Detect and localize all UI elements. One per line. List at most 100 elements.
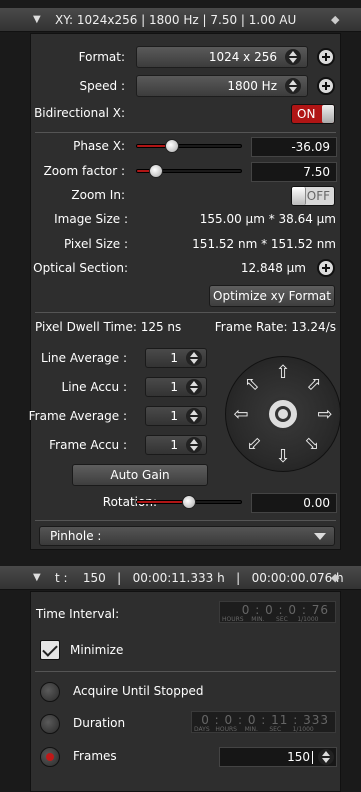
pixel-dwell-time: Pixel Dwell Time: 125 ns xyxy=(35,320,182,334)
rotation-value-field[interactable]: 0.00 xyxy=(251,493,337,513)
time-interval-field[interactable]: 0 : 0 : 0 : 76 HOURS MIN. SEC 1/1000 xyxy=(219,601,336,623)
duration-field[interactable]: 0 : 0 : 0 : 11 : 333 DAYS HOURS MIN. SEC… xyxy=(191,711,336,733)
minimize-checkbox[interactable] xyxy=(40,640,60,660)
arrow-down-right-icon[interactable]: ⇩ xyxy=(299,431,327,459)
phase-slider-knob[interactable] xyxy=(165,139,179,153)
frame-average-label: Frame Average : xyxy=(28,409,127,423)
duration-label: Duration xyxy=(73,716,126,730)
updown-icon[interactable] xyxy=(186,379,202,395)
frame-average-spinner[interactable]: 1 xyxy=(145,406,207,426)
frames-label: Frames xyxy=(73,749,117,763)
pin-icon[interactable]: ◆ xyxy=(331,571,339,584)
optical-section-label: Optical Section: xyxy=(33,261,128,275)
t-panel-header[interactable]: ▼ t : 150 | 00:00:11.333 h | 00:00:00.07… xyxy=(0,566,361,590)
arrow-down-icon[interactable]: ⇩ xyxy=(273,447,293,467)
t-panel-body: Time Interval: 0 : 0 : 0 : 76 HOURS MIN.… xyxy=(30,591,341,792)
updown-icon xyxy=(285,49,301,65)
phase-slider[interactable] xyxy=(136,144,242,148)
pixel-size-label: Pixel Size : xyxy=(63,237,128,251)
pixel-size-value: 151.52 nm * 151.52 nm xyxy=(192,237,336,251)
line-average-value: 1 xyxy=(170,351,178,365)
arrow-up-icon[interactable]: ⇧ xyxy=(273,363,293,383)
time-interval-label: Time Interval: xyxy=(36,607,120,621)
bidirectional-state: ON xyxy=(297,107,316,121)
phase-label: Phase X: xyxy=(73,139,125,153)
pin-icon[interactable]: ◆ xyxy=(331,13,339,26)
format-label: Format: xyxy=(78,50,125,64)
rotation-slider-knob[interactable] xyxy=(182,495,196,509)
updown-icon[interactable] xyxy=(318,749,334,765)
speed-add-icon[interactable] xyxy=(317,77,335,95)
line-average-label: Line Average : xyxy=(41,351,127,365)
bidirectional-label: Bidirectional X: xyxy=(34,106,125,120)
optical-section-add-icon[interactable] xyxy=(317,259,335,277)
arrow-up-left-icon[interactable]: ⇧ xyxy=(239,371,267,399)
zoom-in-toggle[interactable]: OFF xyxy=(291,186,335,206)
frame-average-value: 1 xyxy=(170,409,178,423)
image-size-label: Image Size : xyxy=(54,212,128,226)
divider xyxy=(35,520,336,521)
line-accu-value: 1 xyxy=(170,380,178,394)
zoom-in-state: OFF xyxy=(306,189,330,203)
time-interval-units: HOURS MIN. SEC 1/1000 xyxy=(222,616,319,623)
time-interval-value: 0 : 0 : 0 : 76 xyxy=(241,603,329,617)
frames-field[interactable]: 150 xyxy=(219,747,337,767)
format-value: 1024 x 256 xyxy=(208,50,277,64)
updown-icon[interactable] xyxy=(186,350,202,366)
zoom-factor-value-field[interactable]: 7.50 xyxy=(251,162,337,182)
format-combo[interactable]: 1024 x 256 xyxy=(136,46,308,68)
bidirectional-toggle[interactable]: ON xyxy=(291,104,335,124)
xy-panel-title: XY: 1024x256 | 1800 Hz | 7.50 | 1.00 AU xyxy=(55,13,297,27)
chevron-down-icon xyxy=(314,533,326,540)
image-size-value: 155.00 µm * 38.64 µm xyxy=(199,212,336,226)
t-panel-title: t : 150 | 00:00:11.333 h | 00:00:00.076 … xyxy=(55,571,344,585)
duration-radio[interactable] xyxy=(40,714,60,734)
speed-combo[interactable]: 1800 Hz xyxy=(136,75,308,97)
optical-section-value: 12.848 µm xyxy=(240,261,306,275)
updown-icon[interactable] xyxy=(186,408,202,424)
line-accu-spinner[interactable]: 1 xyxy=(145,377,207,397)
arrow-right-icon[interactable]: ⇨ xyxy=(315,405,335,425)
pinhole-label: Pinhole : xyxy=(50,529,102,543)
updown-icon[interactable] xyxy=(186,437,202,453)
frames-radio[interactable] xyxy=(40,747,60,767)
speed-label: Speed : xyxy=(79,79,125,93)
divider xyxy=(35,132,336,133)
line-average-spinner[interactable]: 1 xyxy=(145,348,207,368)
phase-value-field[interactable]: -36.09 xyxy=(251,137,337,157)
arrow-left-icon[interactable]: ⇦ xyxy=(231,405,251,425)
center-target-icon[interactable] xyxy=(266,397,300,431)
arrow-down-left-icon[interactable]: ⇩ xyxy=(239,431,267,459)
pinhole-dropdown[interactable]: Pinhole : xyxy=(39,526,335,546)
xy-panel-header[interactable]: ▼ XY: 1024x256 | 1800 Hz | 7.50 | 1.00 A… xyxy=(0,8,361,32)
zoom-factor-label: Zoom factor : xyxy=(43,164,125,178)
xy-panel-body: Format: 1024 x 256 Speed : 1800 Hz Bidir… xyxy=(28,33,341,550)
updown-icon xyxy=(285,78,301,94)
auto-gain-button[interactable]: Auto Gain xyxy=(72,464,208,486)
frame-accu-value: 1 xyxy=(170,438,178,452)
acquire-until-stopped-label: Acquire Until Stopped xyxy=(73,684,204,698)
divider xyxy=(35,671,336,672)
duration-units: DAYS HOURS MIN. SEC 1/1000 xyxy=(194,726,314,733)
optimize-xy-format-button[interactable]: Optimize xy Format xyxy=(209,285,335,307)
frames-value: 150 xyxy=(287,750,310,764)
zoom-factor-slider-knob[interactable] xyxy=(149,164,163,178)
frame-accu-label: Frame Accu : xyxy=(49,438,127,452)
frame-rate: Frame Rate: 13.24/s xyxy=(214,320,336,334)
duration-value: 0 : 0 : 0 : 11 : 333 xyxy=(201,713,329,727)
divider xyxy=(35,312,336,313)
scan-field-dpad[interactable]: ⇧ ⇩ ⇦ ⇨ ⇧ ⇧ ⇩ ⇩ xyxy=(225,356,341,472)
toggle-knob xyxy=(292,187,306,205)
zoom-in-label: Zoom In: xyxy=(71,188,125,202)
arrow-up-right-icon[interactable]: ⇧ xyxy=(299,371,327,399)
collapse-arrow-icon[interactable]: ▼ xyxy=(33,14,41,25)
minimize-label: Minimize xyxy=(70,643,124,657)
format-add-icon[interactable] xyxy=(317,48,335,66)
speed-value: 1800 Hz xyxy=(227,79,277,93)
collapse-arrow-icon[interactable]: ▼ xyxy=(33,572,41,583)
text-caret xyxy=(312,751,313,764)
frame-accu-spinner[interactable]: 1 xyxy=(145,435,207,455)
acquire-until-stopped-radio[interactable] xyxy=(40,682,60,702)
toggle-knob xyxy=(322,105,334,123)
line-accu-label: Line Accu : xyxy=(61,380,127,394)
